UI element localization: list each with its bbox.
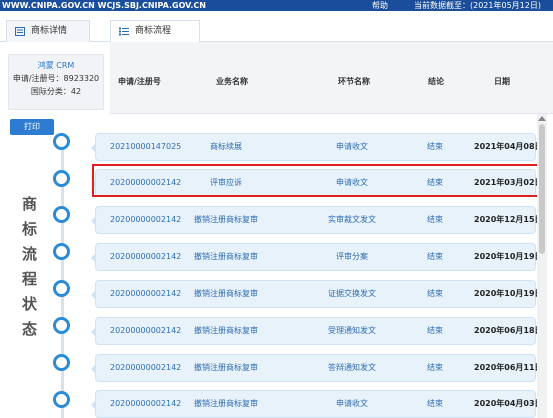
row-business: 撤销注册商标复审: [194, 252, 258, 261]
process-row[interactable]: 20200000002142 撤销注册商标复审 答辩通知发文 结束 2020年0…: [91, 354, 543, 382]
timeline-node: [53, 133, 70, 150]
column-header-date: 日期: [494, 77, 510, 86]
column-header-business: 业务名称: [216, 77, 248, 86]
column-header-result: 结论: [428, 77, 444, 86]
row-business: 商标续展: [210, 142, 242, 151]
title-char: 状: [21, 295, 38, 313]
row-step: 申请收文: [336, 142, 368, 151]
row-pointer: [91, 216, 96, 226]
document-icon: [15, 27, 25, 36]
scrollbar-thumb[interactable]: [539, 124, 545, 254]
tab-trademark-process[interactable]: 商标流程: [110, 20, 200, 43]
timeline-node: [53, 354, 70, 371]
top-bar: WWW.CNIPA.GOV.CN WCJS.SBJ.CNIPA.GOV.CN 帮…: [0, 0, 553, 11]
title-char: 标: [21, 220, 38, 238]
process-status-title: 商 标 流 程 状 态: [20, 192, 40, 342]
process-row[interactable]: 20200000002142 撤销注册商标复审 实审裁文发文 结束 2020年1…: [91, 206, 543, 234]
column-header-number: 申请/注册号: [118, 77, 161, 86]
timeline-node: [53, 206, 70, 223]
timeline-node: [53, 391, 70, 408]
table-header: 申请/注册号 业务名称 环节名称 结论 日期: [110, 42, 553, 114]
timeline-node: [53, 317, 70, 334]
row-result: 结束: [427, 252, 443, 261]
row-pointer: [91, 253, 96, 263]
title-char: 流: [21, 245, 38, 263]
help-link[interactable]: 帮助: [372, 0, 388, 11]
row-result: 结束: [427, 399, 443, 408]
row-date: 2020年10月19日: [474, 289, 543, 298]
row-business: 撤销注册商标复审: [194, 363, 258, 372]
tab-label: 商标详情: [31, 26, 68, 36]
row-result: 结束: [427, 289, 443, 298]
row-step: 申请收文: [336, 399, 368, 408]
row-pointer: [91, 400, 96, 410]
registration-number: 申请/注册号：8923320: [12, 74, 100, 83]
row-step: 评审分案: [336, 252, 368, 261]
print-button[interactable]: 打印: [10, 119, 54, 135]
brand-name[interactable]: 鸿蒙 CRM: [9, 59, 103, 72]
row-pointer: [91, 364, 96, 374]
title-char: 商: [21, 195, 38, 213]
title-char: 态: [21, 320, 38, 338]
row-date: 2020年12月15日: [474, 215, 543, 224]
process-row[interactable]: 20200000002142 撤销注册商标复审 申请收文 结束 2020年04月…: [91, 390, 543, 418]
row-result: 结束: [427, 326, 443, 335]
process-row[interactable]: 20200000002142 撤销注册商标复审 评审分案 结束 2020年10月…: [91, 243, 543, 271]
timeline-node: [53, 170, 70, 187]
trademark-info-box: 鸿蒙 CRM 申请/注册号：8923320 国际分类：42: [8, 54, 104, 110]
row-step: 证据交换发文: [328, 289, 376, 298]
row-date: 2021年04月08日: [474, 142, 543, 151]
tab-bar: 商标详情 商标流程: [0, 11, 553, 43]
row-date: 2020年06月11日: [474, 363, 543, 372]
row-result: 结束: [427, 215, 443, 224]
column-header-step: 环节名称: [338, 77, 370, 86]
row-step: 受理通知发文: [328, 326, 376, 335]
title-char: 程: [21, 270, 38, 288]
international-class: 国际分类：42: [30, 87, 82, 96]
process-row[interactable]: 20210000147025 商标续展 申请收文 结束 2021年04月08日: [91, 133, 543, 161]
tab-label: 商标流程: [135, 26, 172, 36]
row-business: 撤销注册商标复审: [194, 215, 258, 224]
scrollbar[interactable]: [537, 114, 547, 418]
timeline-node: [53, 243, 70, 260]
row-business: 撤销注册商标复审: [194, 289, 258, 298]
row-result: 结束: [427, 142, 443, 151]
row-date: 2020年06月18日: [474, 326, 543, 335]
row-business: 撤销注册商标复审: [194, 399, 258, 408]
list-icon: [119, 27, 129, 36]
row-step: 答辩通知发文: [328, 363, 376, 372]
row-pointer: [91, 143, 96, 153]
row-pointer: [91, 290, 96, 300]
data-date-text: 当前数据截至：(2021年05月12日): [414, 1, 541, 10]
row-pointer: [91, 327, 96, 337]
row-date: 2020年04月03日: [474, 399, 543, 408]
row-result: 结束: [427, 363, 443, 372]
scroll-up-arrow[interactable]: [538, 116, 546, 121]
process-row[interactable]: 20200000002142 撤销注册商标复审 证据交换发文 结束 2020年1…: [91, 280, 543, 308]
highlight-box: [92, 164, 541, 197]
process-row[interactable]: 20200000002142 撤销注册商标复审 受理通知发文 结束 2020年0…: [91, 317, 543, 345]
row-business: 撤销注册商标复审: [194, 326, 258, 335]
timeline-node: [53, 280, 70, 297]
row-date: 2020年10月19日: [474, 252, 543, 261]
row-step: 实审裁文发文: [328, 215, 376, 224]
site-links[interactable]: WWW.CNIPA.GOV.CN WCJS.SBJ.CNIPA.GOV.CN: [2, 0, 206, 11]
tab-trademark-details[interactable]: 商标详情: [6, 20, 90, 42]
